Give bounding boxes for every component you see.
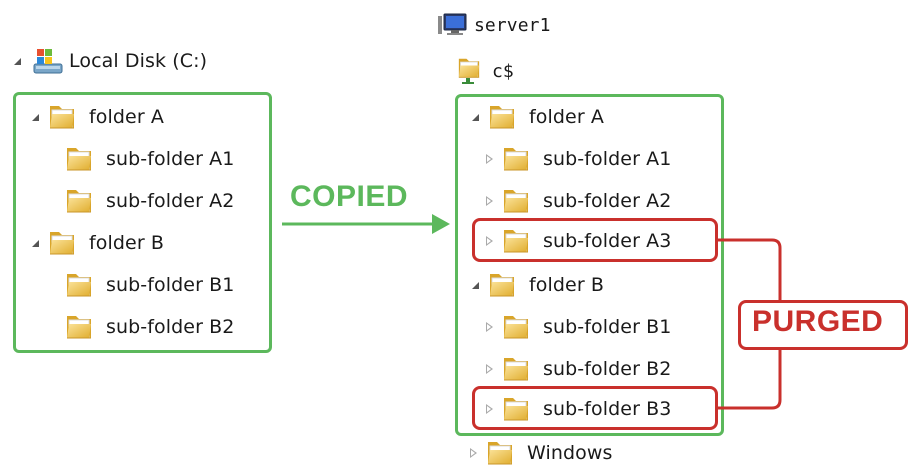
collapse-arrow-icon[interactable] bbox=[470, 448, 477, 458]
collapse-arrow-icon[interactable] bbox=[486, 236, 493, 246]
tree-node-label: folder B bbox=[529, 274, 605, 296]
collapse-arrow-icon[interactable] bbox=[486, 364, 493, 374]
tree-node-folder-a[interactable]: folder A bbox=[472, 102, 604, 132]
shared-folder-icon bbox=[456, 57, 486, 85]
folder-icon bbox=[64, 314, 94, 340]
collapse-arrow-icon[interactable] bbox=[486, 196, 493, 206]
collapse-arrow-icon[interactable] bbox=[486, 322, 493, 332]
tree-node-sub-folder-b2[interactable]: sub-folder B2 bbox=[64, 312, 234, 342]
folder-icon bbox=[47, 104, 77, 130]
expand-arrow-icon[interactable] bbox=[32, 113, 39, 121]
tree-node-label: folder A bbox=[529, 106, 604, 128]
collapse-arrow-icon[interactable] bbox=[486, 404, 493, 414]
folder-icon bbox=[64, 146, 94, 172]
tree-node-sub-folder-a2[interactable]: sub-folder A2 bbox=[486, 186, 671, 216]
tree-node-local-disk[interactable]: Local Disk (C:) bbox=[14, 46, 207, 76]
folder-icon bbox=[64, 272, 94, 298]
tree-node-sub-folder-b3[interactable]: sub-folder B3 bbox=[486, 394, 671, 424]
purged-label: PURGED bbox=[752, 305, 884, 338]
tree-node-label: sub-folder A2 bbox=[543, 190, 672, 212]
collapse-arrow-icon[interactable] bbox=[486, 154, 493, 164]
tree-node-label: sub-folder B1 bbox=[106, 274, 235, 296]
tree-node-sub-folder-a1[interactable]: sub-folder A1 bbox=[486, 144, 671, 174]
tree-node-label: sub-folder A3 bbox=[543, 230, 672, 252]
tree-node-sub-folder-b1[interactable]: sub-folder B1 bbox=[486, 312, 671, 342]
tree-node-folder-a[interactable]: folder A bbox=[32, 102, 164, 132]
expand-arrow-icon[interactable] bbox=[472, 281, 479, 289]
folder-icon bbox=[485, 440, 515, 466]
folder-icon bbox=[64, 188, 94, 214]
tree-node-sub-folder-a2[interactable]: sub-folder A2 bbox=[64, 186, 234, 216]
folder-icon bbox=[501, 146, 531, 172]
expand-arrow-icon[interactable] bbox=[32, 239, 39, 247]
server-label: server1 bbox=[474, 14, 551, 36]
tree-node-folder-b[interactable]: folder B bbox=[32, 228, 164, 258]
tree-node-label: sub-folder A2 bbox=[106, 190, 235, 212]
folder-icon bbox=[501, 228, 531, 254]
copied-label: COPIED bbox=[290, 180, 409, 213]
tree-node-sub-folder-a1[interactable]: sub-folder A1 bbox=[64, 144, 234, 174]
tree-node-sub-folder-a3[interactable]: sub-folder A3 bbox=[486, 226, 671, 256]
tree-node-sub-folder-b1[interactable]: sub-folder B1 bbox=[64, 270, 234, 300]
copied-arrow bbox=[282, 214, 450, 234]
folder-icon bbox=[501, 314, 531, 340]
computer-icon bbox=[436, 12, 468, 38]
tree-node-share[interactable]: c$ bbox=[456, 56, 514, 86]
folder-icon bbox=[501, 356, 531, 382]
tree-node-label: sub-folder B1 bbox=[543, 316, 672, 338]
folder-icon bbox=[501, 188, 531, 214]
expand-arrow-icon[interactable] bbox=[14, 57, 21, 65]
tree-node-sub-folder-b2[interactable]: sub-folder B2 bbox=[486, 354, 671, 384]
folder-icon bbox=[487, 104, 517, 130]
tree-node-label: sub-folder B2 bbox=[543, 358, 672, 380]
tree-node-label: sub-folder A1 bbox=[543, 148, 672, 170]
tree-node-windows[interactable]: Windows bbox=[470, 438, 613, 468]
tree-node-label: folder A bbox=[89, 106, 164, 128]
folder-icon bbox=[47, 230, 77, 256]
drive-icon bbox=[30, 46, 64, 80]
expand-arrow-icon[interactable] bbox=[472, 113, 479, 121]
folder-icon bbox=[501, 396, 531, 422]
tree-node-label: sub-folder A1 bbox=[106, 148, 235, 170]
tree-node-label: folder B bbox=[89, 232, 165, 254]
tree-node-server[interactable]: server1 bbox=[436, 10, 551, 40]
tree-node-label: sub-folder B2 bbox=[106, 316, 235, 338]
local-disk-label: Local Disk (C:) bbox=[69, 50, 208, 72]
tree-node-folder-b[interactable]: folder B bbox=[472, 270, 604, 300]
tree-node-label: sub-folder B3 bbox=[543, 398, 672, 420]
share-label: c$ bbox=[492, 60, 514, 82]
folder-icon bbox=[487, 272, 517, 298]
